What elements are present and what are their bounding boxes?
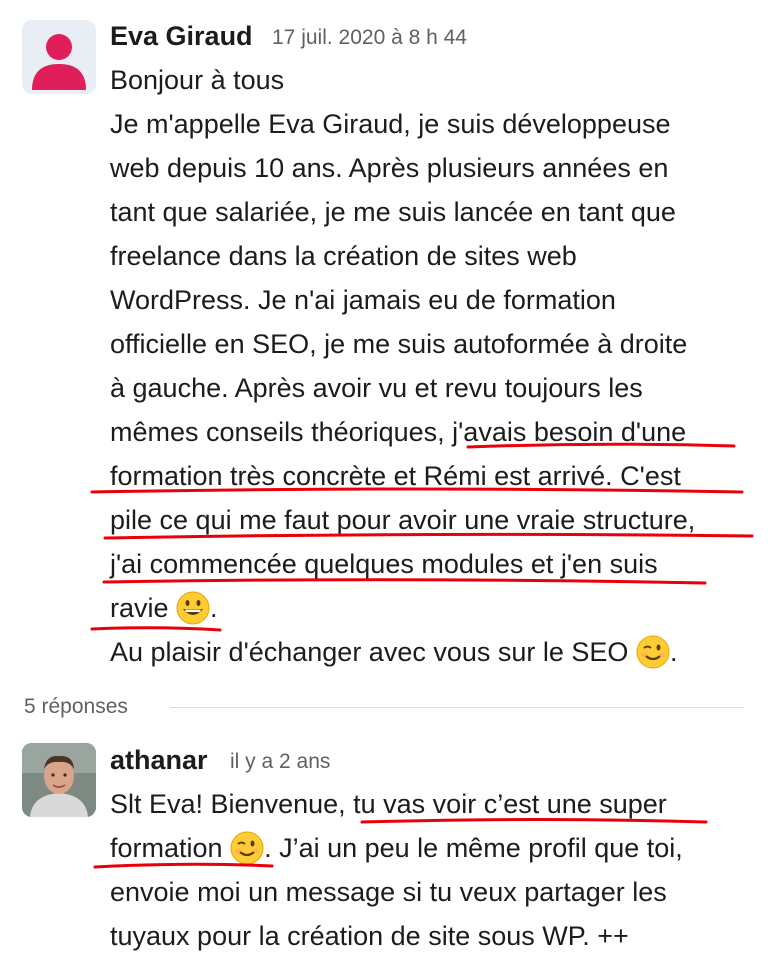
author-name[interactable]: athanar <box>110 742 208 778</box>
avatar[interactable] <box>22 743 96 817</box>
thread-divider <box>170 707 744 708</box>
avatar[interactable] <box>22 20 96 94</box>
user-photo <box>22 743 96 817</box>
replies-count-link[interactable]: 5 réponses <box>24 692 128 722</box>
message-timestamp[interactable]: 17 juil. 2020 à 8 h 44 <box>272 20 467 56</box>
message-line: formation très concrète et Rémi est arri… <box>110 461 681 491</box>
message-line: officielle en SEO, je me suis autoformée… <box>110 329 688 359</box>
message-line: tant que salariée, je me suis lancée en … <box>110 197 676 227</box>
message-line: web depuis 10 ans. Après plusieurs année… <box>110 153 669 183</box>
message-line: à gauche. Après avoir vu et revu toujour… <box>110 373 643 403</box>
winking-face-icon <box>636 635 670 682</box>
message-line: tuyaux pour la création de site sous WP.… <box>110 921 629 951</box>
message-line: envoie moi un message si tu veux partage… <box>110 877 667 907</box>
message-line: mêmes conseils théoriques, j'avais besoi… <box>110 417 687 447</box>
default-user-icon <box>32 34 86 90</box>
message-line: Je m'appelle Eva Giraud, je suis dévelop… <box>110 109 671 139</box>
message-line: Au plaisir d'échanger avec vous sur le S… <box>110 630 677 682</box>
message-line: freelance dans la création de sites web <box>110 241 577 271</box>
message-line: Slt Eva! Bienvenue, tu vas voir c’est un… <box>110 789 667 819</box>
message-line: pile ce qui me faut pour avoir une vraie… <box>110 505 696 535</box>
message-line: WordPress. Je n'ai jamais eu de formatio… <box>110 285 616 315</box>
author-name[interactable]: Eva Giraud <box>110 18 253 54</box>
message-timestamp[interactable]: il y a 2 ans <box>230 744 330 780</box>
message-line: Bonjour à tous <box>110 65 285 95</box>
message-line: j'ai commencée quelques modules et j'en … <box>110 549 658 579</box>
